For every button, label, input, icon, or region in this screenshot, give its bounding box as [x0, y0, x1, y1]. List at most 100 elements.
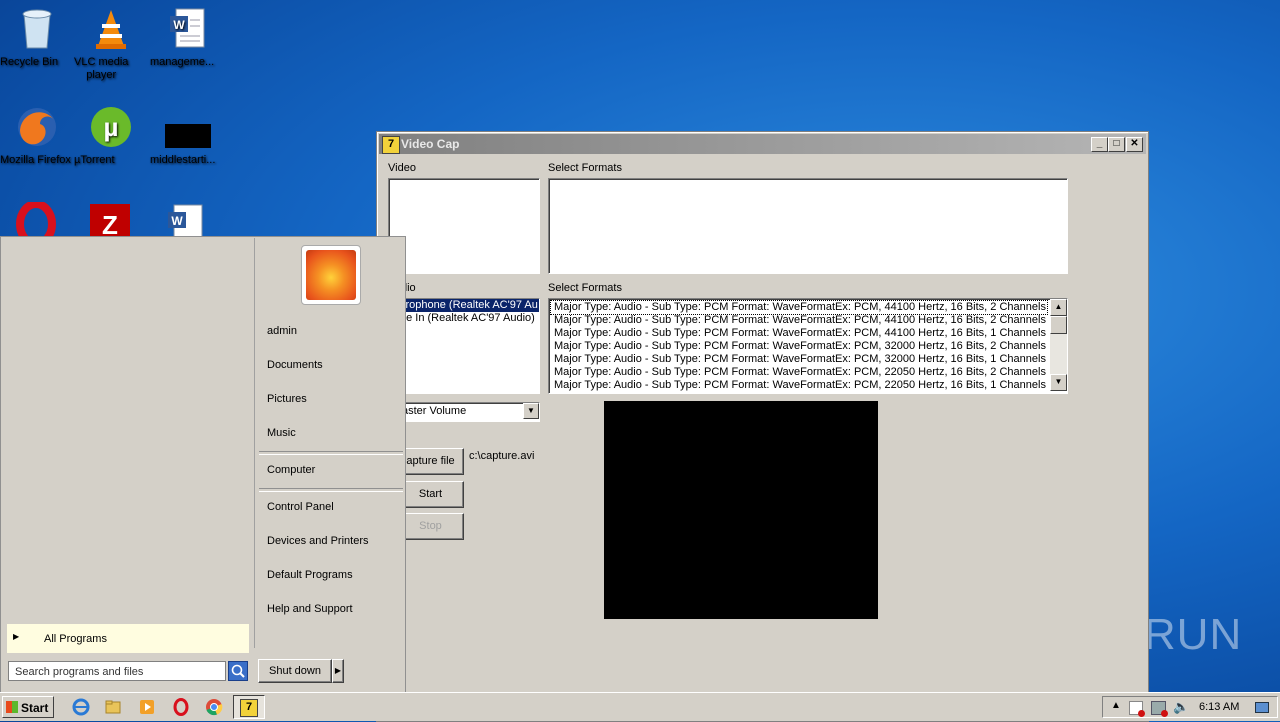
audio-format-item[interactable]: Major Type: Audio - Sub Type: PCM Format… [551, 314, 1047, 327]
recycle-bin-icon [14, 6, 60, 52]
scroll-up-icon[interactable]: ▲ [1050, 299, 1067, 316]
network-icon[interactable] [1151, 701, 1168, 717]
video-device-list[interactable] [388, 178, 540, 274]
scroll-thumb[interactable] [1050, 316, 1067, 334]
opera-icon[interactable] [14, 202, 58, 236]
start-menu: admin Documents Pictures Music Computer … [0, 236, 406, 693]
show-desktop-icon[interactable] [1255, 702, 1269, 713]
start-menu-documents[interactable]: Documents [267, 359, 323, 371]
start-menu-user[interactable]: admin [267, 325, 297, 337]
stop-label: Stop [419, 520, 442, 532]
black-file-icon [164, 104, 211, 150]
start-label: Start [21, 701, 49, 715]
desktop-icon-vlc[interactable]: VLC media player [74, 6, 148, 81]
svg-text:W: W [171, 214, 183, 228]
start-menu-computer[interactable]: Computer [267, 464, 315, 476]
shutdown-button[interactable]: Shut down [258, 659, 332, 683]
windows-logo-icon [6, 701, 18, 713]
app-icon: 7 [382, 136, 400, 154]
desktop-icon-label: VLC media player [74, 56, 129, 81]
start-menu-default-programs[interactable]: Default Programs [267, 569, 353, 581]
svg-text:W: W [173, 18, 185, 32]
search-icon[interactable] [228, 661, 248, 681]
all-programs[interactable]: ▶ All Programs [7, 624, 249, 653]
desktop-icon-label: Mozilla Firefox [0, 154, 71, 166]
triangle-right-icon: ▶ [13, 632, 20, 641]
desktop-icon-middlestart[interactable]: middlestarti... [150, 104, 224, 166]
start-menu-music[interactable]: Music [267, 427, 296, 439]
start-capture-button[interactable]: Start [397, 481, 464, 508]
start-menu-pictures[interactable]: Pictures [267, 393, 307, 405]
word-document-icon: W [164, 6, 210, 52]
chrome-icon[interactable] [205, 698, 223, 716]
video-preview [604, 401, 878, 619]
window-title: Video Cap [401, 137, 460, 151]
audio-device-item[interactable]: crophone (Realtek AC'97 Au [398, 299, 539, 312]
desktop-icon-label: middlestarti... [150, 154, 216, 166]
minimize-button[interactable]: _ [1091, 137, 1108, 152]
desktop-icon-label: manageme... [150, 56, 215, 68]
start-menu-devices-printers[interactable]: Devices and Printers [267, 535, 369, 547]
audio-formats-scrollbar[interactable]: ▲ ▼ [1050, 299, 1067, 391]
folder-icon[interactable] [104, 698, 122, 716]
internet-explorer-icon[interactable] [72, 698, 90, 716]
audio-device-item[interactable]: ne In (Realtek AC'97 Audio) [398, 312, 539, 325]
video-cap-window: 7 Video Cap _ □ ✕ Video Select Formats d… [376, 131, 1149, 722]
audio-format-item[interactable]: Major Type: Audio - Sub Type: PCM Format… [551, 379, 1047, 392]
video-cap-taskbar-button[interactable]: 7 [233, 695, 265, 719]
audio-format-item[interactable]: Major Type: Audio - Sub Type: PCM Format… [551, 340, 1047, 353]
firefox-icon [14, 104, 60, 150]
mixer-select-value: aster Volume [402, 405, 467, 417]
capture-file-label: apture file [406, 455, 455, 467]
audio-format-item[interactable]: Major Type: Audio - Sub Type: PCM Format… [550, 300, 1048, 315]
start-label: Start [418, 488, 443, 500]
desktop-icon-recycle-bin[interactable]: Recycle Bin [0, 6, 74, 68]
start-menu-control-panel[interactable]: Control Panel [267, 501, 334, 513]
action-center-icon[interactable] [1129, 701, 1145, 717]
system-tray: ▲ 🔈 6:13 AM [1102, 696, 1278, 718]
audio-format-item[interactable]: Major Type: Audio - Sub Type: PCM Format… [551, 327, 1047, 340]
audio-formats-rows: Major Type: Audio - Sub Type: PCM Format… [550, 300, 1048, 392]
volume-icon[interactable]: 🔈 [1173, 699, 1189, 715]
menu-separator [259, 488, 403, 492]
audio-format-item[interactable]: Major Type: Audio - Sub Type: PCM Format… [551, 353, 1047, 366]
chevron-down-icon[interactable]: ▼ [523, 403, 539, 419]
mixer-select[interactable]: aster Volume ▼ [397, 402, 540, 422]
video-label: Video [388, 162, 416, 174]
audio-formats-list[interactable]: Major Type: Audio - Sub Type: PCM Format… [548, 298, 1068, 394]
start-menu-programs-pane [2, 238, 255, 648]
start-button[interactable]: Start [2, 696, 54, 718]
menu-separator [259, 451, 403, 455]
vlc-icon [88, 6, 134, 52]
start-menu-links-pane: admin Documents Pictures Music Computer … [259, 238, 403, 656]
desktop-icon-firefox[interactable]: Mozilla Firefox [0, 104, 74, 166]
filezilla-icon[interactable]: Z [88, 202, 132, 236]
svg-text:µ: µ [104, 112, 119, 142]
taskbar: Start 7 ▲ 🔈 6:13 AM [0, 692, 1280, 721]
word-document-icon[interactable]: W [162, 202, 208, 236]
video-cap-app-icon: 7 [240, 699, 258, 717]
video-formats-list[interactable] [548, 178, 1068, 274]
desktop-icon-label: µTorrent [74, 154, 115, 166]
clock[interactable]: 6:13 AM [1199, 701, 1239, 713]
desktop-icon-utorrent[interactable]: µ µTorrent [74, 104, 148, 166]
desktop-icon-label: Recycle Bin [0, 56, 59, 68]
audio-format-item[interactable]: Major Type: Audio - Sub Type: PCM Format… [551, 366, 1047, 379]
media-player-icon[interactable] [138, 698, 156, 716]
capture-file-button[interactable]: apture file [397, 448, 464, 475]
scroll-down-icon[interactable]: ▼ [1050, 374, 1067, 391]
utorrent-icon: µ [88, 104, 134, 150]
opera-icon[interactable] [172, 698, 190, 716]
shutdown-options-button[interactable]: ▶ [332, 659, 344, 683]
audio-device-list[interactable]: crophone (Realtek AC'97 Au ne In (Realte… [397, 298, 540, 394]
stop-capture-button[interactable]: Stop [397, 513, 464, 540]
maximize-button[interactable]: □ [1108, 137, 1125, 152]
close-button[interactable]: ✕ [1126, 137, 1143, 152]
select-formats-label-audio: Select Formats [548, 282, 622, 294]
chevron-up-icon[interactable]: ▲ [1111, 700, 1121, 711]
desktop-icon-document[interactable]: W manageme... [150, 6, 224, 68]
start-menu-help-support[interactable]: Help and Support [267, 603, 353, 615]
search-input[interactable]: Search programs and files [8, 661, 226, 681]
title-bar[interactable]: 7 Video Cap _ □ ✕ [379, 134, 1146, 154]
all-programs-label: All Programs [44, 633, 107, 645]
